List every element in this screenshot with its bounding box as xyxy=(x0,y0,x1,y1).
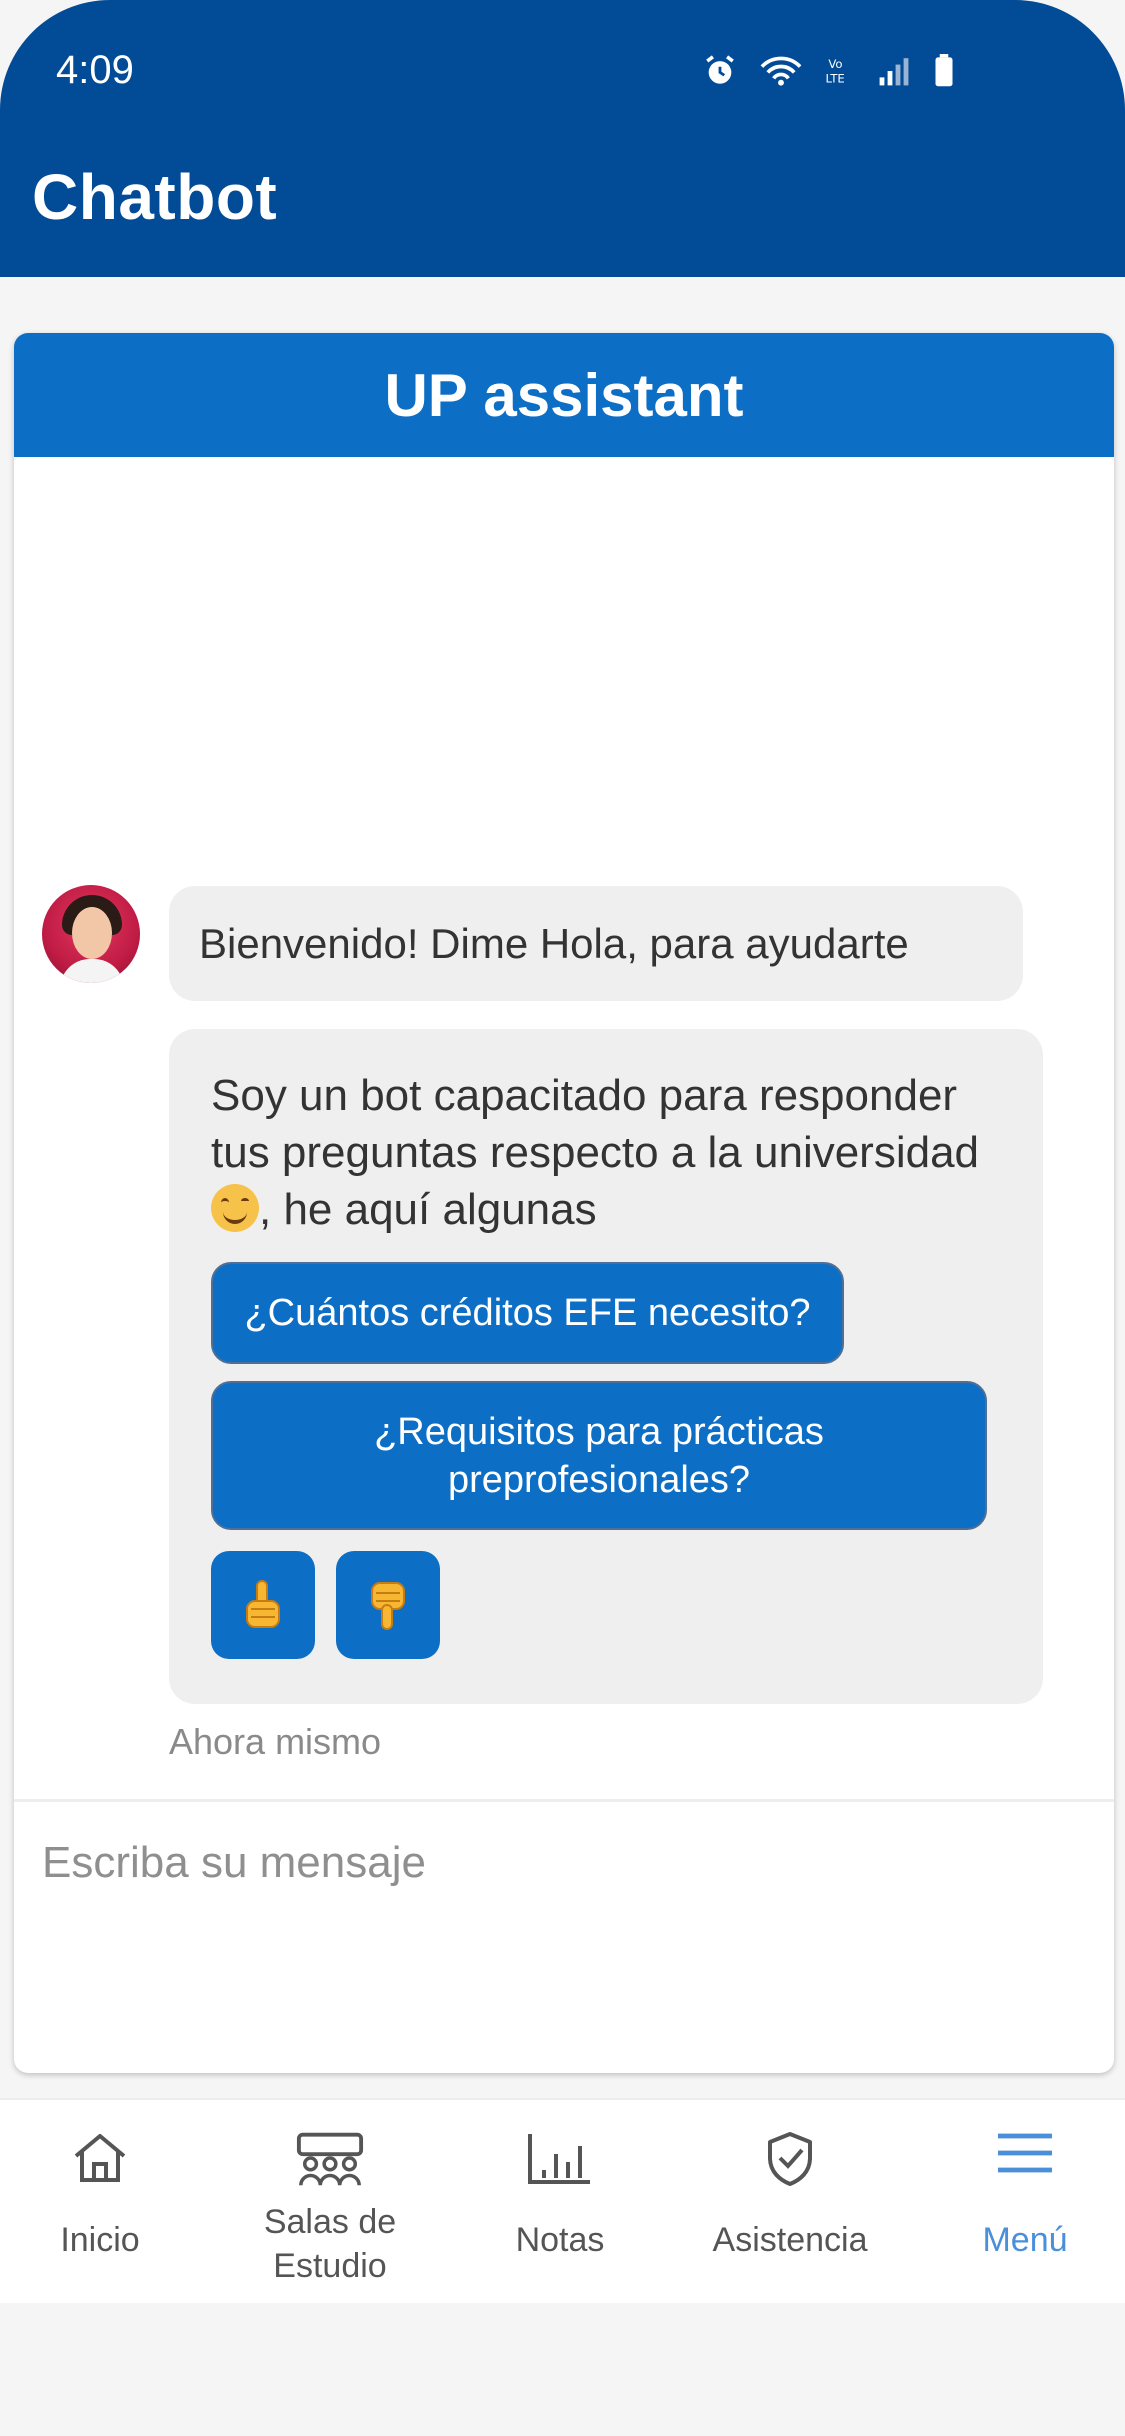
intro-text-part1: Soy un bot capacitado para responder tus… xyxy=(211,1071,980,1177)
thumbs-up-button[interactable] xyxy=(211,1551,315,1659)
study-rooms-icon xyxy=(296,2132,364,2186)
volte-icon: VoLTE xyxy=(825,57,844,86)
status-icons: Vo LTE xyxy=(703,54,955,88)
wifi-icon xyxy=(760,56,802,86)
page-title: Chatbot xyxy=(32,161,278,233)
greeting-text: Bienvenido! Dime Hola, para ayudarte xyxy=(199,919,909,967)
home-icon xyxy=(74,2134,126,2182)
svg-text:Vo: Vo xyxy=(828,57,842,71)
greeting-message: Bienvenido! Dime Hola, para ayudarte xyxy=(169,886,1023,1001)
app-bar: 4:09 Vo LTE Chatbot xyxy=(0,0,1125,277)
chat-header: UP assistant xyxy=(14,333,1114,457)
quick-reply-creditos-button[interactable]: ¿Cuántos créditos EFE necesito? xyxy=(211,1262,844,1364)
nav-label-menu: Menú xyxy=(982,2221,1068,2259)
shield-check-icon xyxy=(768,2132,812,2186)
intro-text-part2: , he aquí algunas xyxy=(259,1185,597,1234)
signal-icon xyxy=(879,58,909,86)
thumbs-down-button[interactable] xyxy=(336,1551,440,1659)
chat-widget: UP assistant Bienvenido! Dime Hola, para… xyxy=(14,333,1114,2073)
status-time: 4:09 xyxy=(56,48,134,92)
nav-item-salas-de-estudio[interactable]: Salas de Estudio xyxy=(230,2100,430,2305)
smiling-face-emoji-icon xyxy=(211,1184,259,1232)
menu-icon xyxy=(998,2133,1052,2173)
thumbs-down-icon xyxy=(371,1582,405,1630)
quick-reply-practicas-button[interactable]: ¿Requisitos para prácticas preprofesiona… xyxy=(211,1381,987,1530)
battery-icon xyxy=(935,54,953,87)
nav-item-asistencia[interactable]: Asistencia xyxy=(690,2100,890,2305)
grades-chart-icon xyxy=(528,2134,590,2184)
bottom-navigation: Inicio Salas de Estudio Notas Asistencia… xyxy=(0,2098,1125,2303)
message-timestamp: Ahora mismo xyxy=(169,1721,382,1762)
thumbs-up-icon xyxy=(246,1580,280,1628)
nav-label-salas-de-estudio: Salas de Estudio xyxy=(263,2203,397,2285)
phone-screen: 4:09 Vo LTE Chatbot UP assistant Bienveni… xyxy=(0,0,1125,2436)
bot-avatar xyxy=(42,885,140,983)
alarm-icon xyxy=(706,55,734,84)
nav-label-asistencia: Asistencia xyxy=(712,2221,868,2259)
message-input[interactable] xyxy=(42,1823,1082,1903)
nav-item-notas[interactable]: Notas xyxy=(460,2100,660,2305)
nav-item-inicio[interactable]: Inicio xyxy=(0,2100,200,2305)
nav-label-notas: Notas xyxy=(515,2221,605,2259)
intro-text: Soy un bot capacitado para responder tus… xyxy=(211,1067,1011,1238)
svg-text:LTE: LTE xyxy=(825,72,844,86)
nav-item-menu[interactable]: Menú xyxy=(925,2100,1125,2305)
nav-label-inicio: Inicio xyxy=(60,2221,140,2259)
input-divider xyxy=(14,1799,1114,1802)
intro-message: Soy un bot capacitado para responder tus… xyxy=(169,1029,1043,1704)
